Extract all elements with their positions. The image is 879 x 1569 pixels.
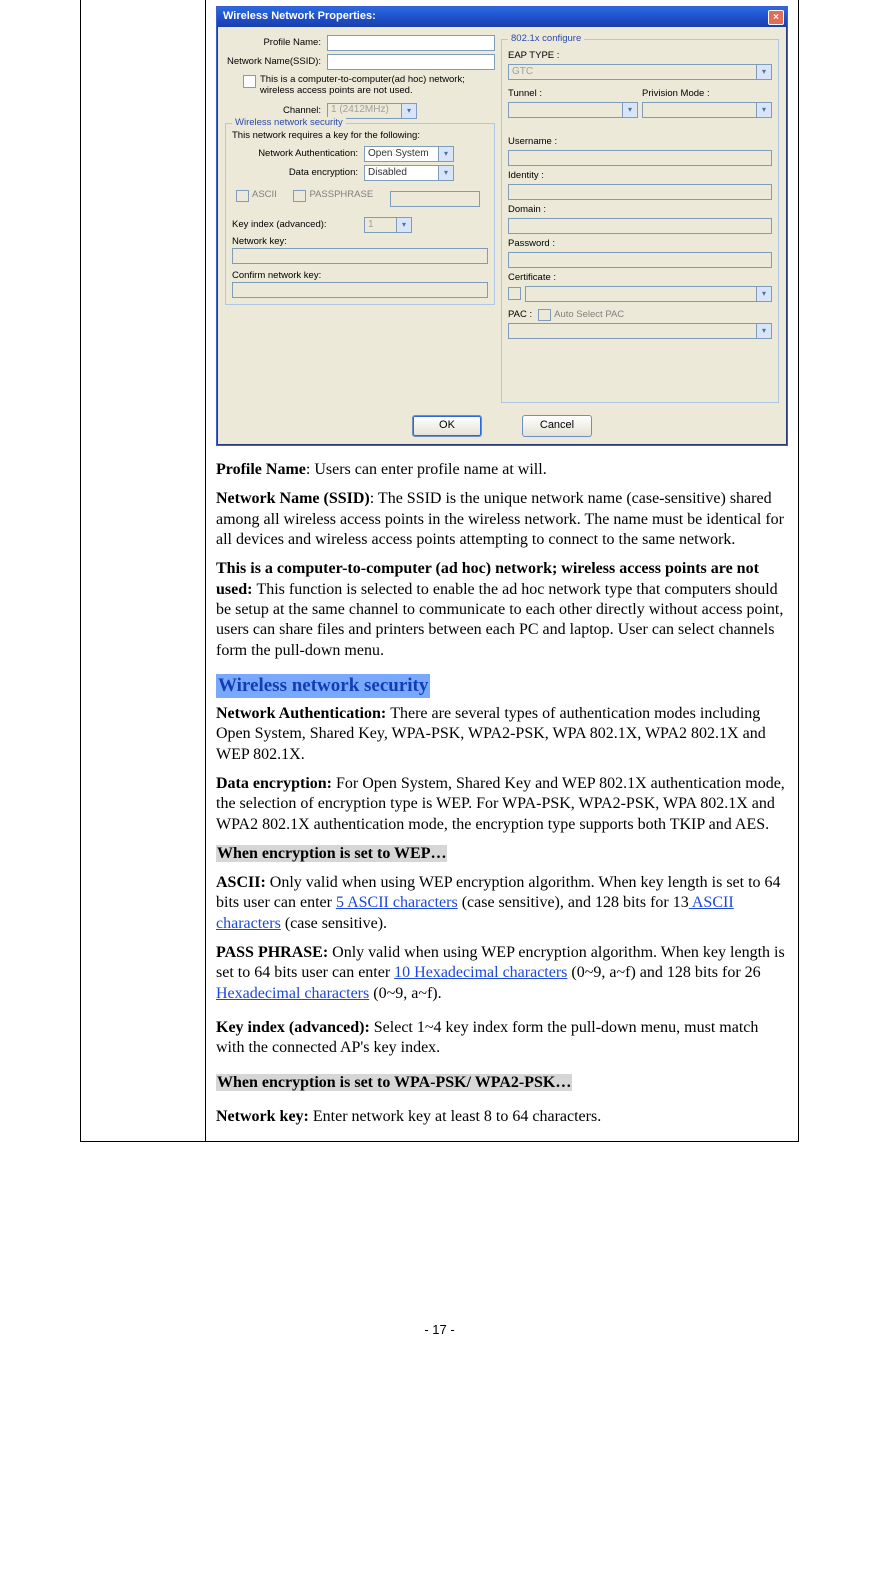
wireless-properties-dialog: Wireless Network Properties: × Profile N… xyxy=(216,6,788,446)
enc-label: Data encryption: xyxy=(232,167,360,179)
table-left-cell xyxy=(81,0,206,1141)
chevron-down-icon: ▾ xyxy=(401,104,416,118)
table-right-cell: Wireless Network Properties: × Profile N… xyxy=(206,0,798,1141)
para-keyindex: Key index (advanced): Select 1~4 key ind… xyxy=(216,1018,788,1059)
priv-select[interactable]: ▾ xyxy=(642,102,772,118)
passphrase-checkbox[interactable]: PASSPHRASE xyxy=(293,189,373,202)
domain-label: Domain : xyxy=(508,204,772,216)
channel-label: Channel: xyxy=(225,105,323,117)
chevron-down-icon: ▾ xyxy=(622,103,637,117)
page-number: - 17 - xyxy=(0,1322,879,1337)
priv-label: Privision Mode : xyxy=(642,88,772,100)
profile-name-label: Profile Name: xyxy=(225,37,323,49)
chevron-down-icon: ▾ xyxy=(756,103,771,117)
para-adhoc: This is a computer-to-computer (ad hoc) … xyxy=(216,559,788,661)
auth-label: Network Authentication: xyxy=(232,148,360,160)
auth-select[interactable]: Open System ▾ xyxy=(364,146,454,162)
para-passphrase: PASS PHRASE: Only valid when using WEP e… xyxy=(216,943,788,1004)
ssid-label: Network Name(SSID): xyxy=(225,56,323,68)
dot1x-legend: 802.1x configure xyxy=(508,33,584,45)
autopac-checkbox[interactable]: Auto Select PAC xyxy=(538,308,624,321)
password-input[interactable] xyxy=(508,252,772,268)
netkey-input[interactable] xyxy=(232,248,488,264)
subheading-wep: When encryption is set to WEP… xyxy=(216,844,788,864)
identity-label: Identity : xyxy=(508,170,772,182)
tunnel-select[interactable]: ▾ xyxy=(508,102,638,118)
eap-label: EAP TYPE : xyxy=(508,50,772,62)
eap-select[interactable]: GTC ▾ xyxy=(508,64,772,80)
keyindex-label: Key index (advanced): xyxy=(232,219,360,231)
profile-name-input[interactable] xyxy=(327,35,495,51)
close-icon[interactable]: × xyxy=(768,10,784,25)
chevron-down-icon: ▾ xyxy=(756,287,771,301)
para-ascii: ASCII: Only valid when using WEP encrypt… xyxy=(216,873,788,934)
link-5-ascii[interactable]: 5 ASCII characters xyxy=(336,894,458,911)
subheading-wpa: When encryption is set to WPA-PSK/ WPA2-… xyxy=(216,1073,788,1093)
chevron-down-icon: ▾ xyxy=(756,65,771,79)
chevron-down-icon: ▾ xyxy=(438,166,453,180)
pac-label: PAC : xyxy=(508,309,532,321)
ok-button[interactable]: OK xyxy=(412,415,482,437)
chevron-down-icon: ▾ xyxy=(396,218,411,232)
para-ssid: Network Name (SSID): The SSID is the uni… xyxy=(216,489,788,550)
confirm-label: Confirm network key: xyxy=(232,270,488,282)
enc-select[interactable]: Disabled ▾ xyxy=(364,165,454,181)
chevron-down-icon: ▾ xyxy=(756,324,771,338)
security-intro: This network requires a key for the foll… xyxy=(232,130,488,142)
passphrase-input[interactable] xyxy=(390,191,480,207)
chevron-down-icon: ▾ xyxy=(438,147,453,161)
adhoc-checkbox[interactable] xyxy=(243,75,256,88)
ascii-checkbox[interactable]: ASCII xyxy=(236,189,277,202)
para-auth: Network Authentication: There are severa… xyxy=(216,704,788,765)
password-label: Password : xyxy=(508,238,772,250)
dot1x-fieldset: 802.1x configure EAP TYPE : GTC ▾ Tunnel… xyxy=(501,39,779,403)
ssid-input[interactable] xyxy=(327,54,495,70)
cancel-button[interactable]: Cancel xyxy=(522,415,592,437)
keyindex-select[interactable]: 1 ▾ xyxy=(364,217,412,233)
user-input[interactable] xyxy=(508,150,772,166)
tunnel-label: Tunnel : xyxy=(508,88,638,100)
user-label: Username : xyxy=(508,136,772,148)
netkey-label: Network key: xyxy=(232,236,488,248)
dialog-title: Wireless Network Properties: xyxy=(223,10,376,24)
link-26-hex[interactable]: Hexadecimal characters xyxy=(216,985,369,1002)
link-10-hex[interactable]: 10 Hexadecimal characters xyxy=(394,964,567,981)
security-fieldset: Wireless network security This network r… xyxy=(225,123,495,306)
heading-security: Wireless network security xyxy=(216,674,430,698)
cert-select[interactable]: ▾ xyxy=(525,286,772,302)
para-profile-name: Profile Name: Users can enter profile na… xyxy=(216,460,788,480)
cert-checkbox[interactable] xyxy=(508,287,521,300)
domain-input[interactable] xyxy=(508,218,772,234)
identity-input[interactable] xyxy=(508,184,772,200)
security-legend: Wireless network security xyxy=(232,117,346,129)
adhoc-label: This is a computer-to-computer(ad hoc) n… xyxy=(260,74,490,97)
dialog-titlebar[interactable]: Wireless Network Properties: × xyxy=(217,7,787,27)
para-enc: Data encryption: For Open System, Shared… xyxy=(216,774,788,835)
cert-label: Certificate : xyxy=(508,272,772,284)
confirm-input[interactable] xyxy=(232,282,488,298)
para-netkey: Network key: Enter network key at least … xyxy=(216,1107,788,1127)
pac-select[interactable]: ▾ xyxy=(508,323,772,339)
